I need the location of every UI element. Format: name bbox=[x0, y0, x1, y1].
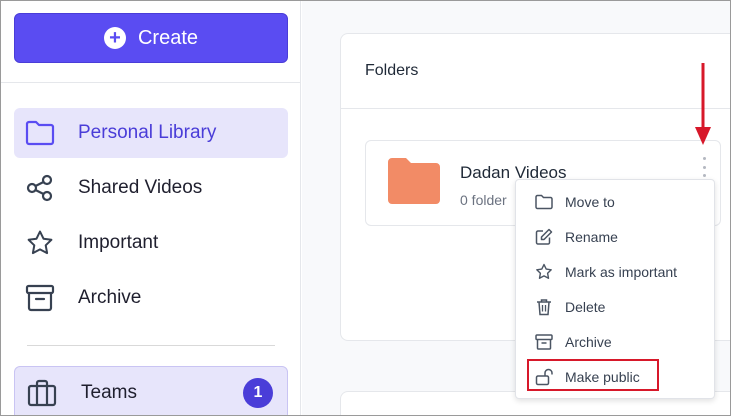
sidebar-item-label: Teams bbox=[81, 382, 137, 403]
sidebar: + Create Personal Library Shared Videos … bbox=[1, 1, 301, 415]
menu-item-label: Rename bbox=[565, 228, 618, 245]
folder-icon bbox=[388, 158, 440, 204]
trash-icon bbox=[535, 298, 553, 316]
section-title: Folders bbox=[365, 62, 419, 79]
menu-item-label: Delete bbox=[565, 298, 606, 315]
sidebar-item-label: Archive bbox=[78, 287, 142, 308]
folder-context-menu: Move to Rename Mark as important Delete … bbox=[515, 179, 715, 399]
sidebar-item-label: Personal Library bbox=[78, 122, 217, 143]
more-options-icon[interactable] bbox=[699, 157, 709, 177]
menu-item-label: Move to bbox=[565, 193, 615, 210]
menu-item-delete[interactable]: Delete bbox=[516, 289, 714, 324]
menu-item-label: Make public bbox=[565, 368, 640, 385]
teams-count-badge: 1 bbox=[243, 378, 273, 408]
divider bbox=[341, 108, 730, 109]
menu-item-rename[interactable]: Rename bbox=[516, 219, 714, 254]
sidebar-item-archive[interactable]: Archive bbox=[14, 273, 288, 323]
app-window: + Create Personal Library Shared Videos … bbox=[0, 0, 731, 416]
sidebar-item-important[interactable]: Important bbox=[14, 218, 288, 268]
archive-icon bbox=[535, 333, 553, 351]
plus-icon: + bbox=[103, 27, 126, 49]
sidebar-item-shared-videos[interactable]: Shared Videos bbox=[14, 163, 288, 213]
star-icon bbox=[535, 263, 553, 281]
annotation-arrow-icon bbox=[694, 63, 712, 147]
menu-item-archive[interactable]: Archive bbox=[516, 324, 714, 359]
folder-meta: 0 folder bbox=[460, 192, 507, 208]
star-icon bbox=[25, 228, 55, 258]
divider bbox=[27, 345, 275, 346]
create-button-label: Create bbox=[137, 26, 199, 49]
sidebar-item-label: Shared Videos bbox=[78, 177, 203, 198]
sidebar-item-label: Important bbox=[78, 232, 159, 253]
menu-item-move-to[interactable]: Move to bbox=[516, 184, 714, 219]
divider bbox=[1, 82, 301, 83]
menu-item-label: Archive bbox=[565, 333, 612, 350]
sidebar-item-personal-library[interactable]: Personal Library bbox=[14, 108, 288, 158]
menu-item-label: Mark as important bbox=[565, 263, 678, 280]
share-icon bbox=[25, 173, 55, 203]
folder-icon bbox=[25, 118, 55, 148]
folder-icon bbox=[535, 193, 553, 211]
edit-icon bbox=[535, 228, 553, 246]
unlock-icon bbox=[535, 368, 553, 386]
sidebar-item-teams[interactable]: Teams 1 bbox=[14, 366, 288, 415]
menu-item-mark-as-important[interactable]: Mark as important bbox=[516, 254, 714, 289]
menu-item-make-public[interactable]: Make public bbox=[516, 359, 714, 394]
archive-icon bbox=[25, 283, 55, 313]
create-button[interactable]: + Create bbox=[14, 13, 288, 63]
briefcase-icon bbox=[27, 378, 57, 408]
